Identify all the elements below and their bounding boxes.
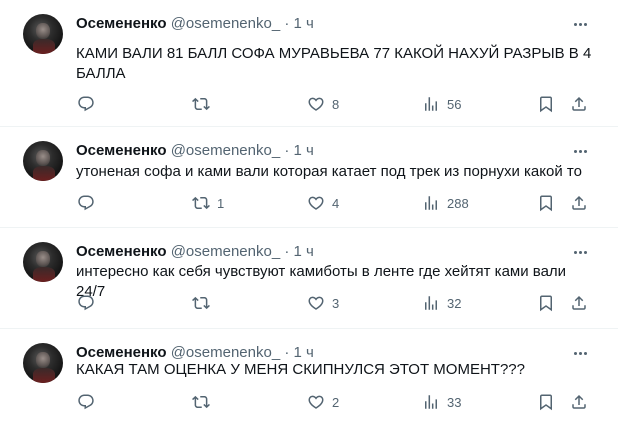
views-icon: [425, 97, 437, 111]
view-count: 33: [447, 394, 462, 410]
action-bar: 2 33: [76, 392, 596, 412]
avatar[interactable]: [23, 343, 63, 383]
author-name[interactable]: Осемененко: [76, 344, 167, 361]
tweet-text: утоненая софа и ками вали которая катает…: [76, 163, 582, 180]
tweet-text: КАКАЯ ТАМ ОЦЕНКА У МЕНЯ СКИПНУЛСЯ ЭТОТ М…: [76, 361, 525, 378]
retweet-button[interactable]: [192, 293, 217, 313]
tweet[interactable]: Осемененко @osemenenko_ · 1 ч интересно …: [0, 228, 618, 329]
timestamp[interactable]: 1 ч: [294, 142, 314, 159]
timestamp[interactable]: 1 ч: [294, 15, 314, 32]
views-icon: [425, 395, 437, 409]
more-icon[interactable]: [570, 141, 590, 161]
bookmark-button[interactable]: [537, 293, 555, 313]
share-icon: [572, 394, 586, 409]
views-button[interactable]: 288: [422, 193, 469, 213]
tweet[interactable]: Осемененко @osemenenko_ · 1 ч утоненая с…: [0, 127, 618, 228]
tweet-text: КАМИ ВАЛИ 81 БАЛЛ СОФА МУРАВЬЕВА 77 КАКО…: [76, 45, 592, 82]
like-count: 3: [332, 295, 340, 311]
like-button[interactable]: 3: [307, 293, 339, 313]
like-button[interactable]: 8: [307, 94, 339, 114]
share-button[interactable]: [570, 94, 588, 114]
like-count: 2: [332, 394, 340, 410]
retweet-icon: [192, 97, 210, 111]
view-count: 56: [447, 96, 462, 112]
heart-icon: [308, 395, 324, 409]
avatar[interactable]: [23, 242, 63, 282]
bookmark-button[interactable]: [537, 193, 555, 213]
share-icon: [572, 295, 586, 310]
reply-button[interactable]: [77, 392, 102, 412]
author-handle[interactable]: @osemenenko_: [171, 142, 280, 159]
reply-icon: [78, 394, 94, 410]
views-button[interactable]: 56: [422, 94, 461, 114]
bookmark-icon: [540, 295, 552, 312]
retweet-icon: [192, 395, 210, 409]
separator-dot: ·: [284, 344, 290, 361]
author-handle[interactable]: @osemenenko_: [171, 344, 280, 361]
views-button[interactable]: 33: [422, 392, 461, 412]
like-count: 4: [332, 195, 340, 211]
more-icon[interactable]: [570, 14, 590, 34]
bookmark-button[interactable]: [537, 392, 555, 412]
bookmark-icon: [540, 96, 552, 113]
reply-button[interactable]: [77, 94, 102, 114]
view-count: 32: [447, 295, 462, 311]
reply-button[interactable]: [77, 193, 102, 213]
heart-icon: [308, 296, 324, 310]
author-handle[interactable]: @osemenenko_: [171, 15, 280, 32]
tweet-header: Осемененко @osemenenko_ · 1 ч: [76, 14, 314, 34]
share-button[interactable]: [570, 293, 588, 313]
separator-dot: ·: [284, 15, 290, 32]
avatar[interactable]: [23, 141, 63, 181]
timestamp[interactable]: 1 ч: [294, 243, 314, 260]
view-count: 288: [447, 195, 469, 211]
retweet-button[interactable]: [192, 94, 217, 114]
action-bar: 1 4 288: [76, 193, 596, 213]
separator-dot: ·: [284, 243, 290, 260]
retweet-icon: [192, 196, 210, 210]
reply-button[interactable]: [77, 293, 102, 313]
share-button[interactable]: [570, 193, 588, 213]
tweet[interactable]: Осемененко @osemenenko_ · 1 ч КАМИ ВАЛИ …: [0, 0, 618, 127]
tweet-header: Осемененко @osemenenko_ · 1 ч: [76, 242, 314, 262]
heart-icon: [308, 196, 324, 210]
reply-icon: [78, 195, 94, 211]
share-icon: [572, 195, 586, 210]
tweet[interactable]: Осемененко @osemenenko_ · 1 ч КАКАЯ ТАМ …: [0, 329, 618, 427]
avatar[interactable]: [23, 14, 63, 54]
like-button[interactable]: 4: [307, 193, 339, 213]
bookmark-button[interactable]: [537, 94, 555, 114]
author-name[interactable]: Осемененко: [76, 142, 167, 159]
share-icon: [572, 96, 586, 111]
views-icon: [425, 296, 437, 310]
action-bar: 3 32: [76, 293, 596, 313]
separator-dot: ·: [284, 142, 290, 159]
author-name[interactable]: Осемененко: [76, 15, 167, 32]
bookmark-icon: [540, 394, 552, 411]
retweet-count: 1: [217, 195, 225, 211]
tweet-header: Осемененко @osemenenko_ · 1 ч: [76, 141, 314, 161]
tweet-feed: Осемененко @osemenenko_ · 1 ч КАМИ ВАЛИ …: [0, 0, 618, 427]
action-bar: 8 56: [76, 94, 596, 114]
reply-icon: [78, 96, 94, 112]
retweet-button[interactable]: 1: [192, 193, 224, 213]
views-button[interactable]: 32: [422, 293, 461, 313]
retweet-icon: [192, 296, 210, 310]
retweet-button[interactable]: [192, 392, 217, 412]
author-handle[interactable]: @osemenenko_: [171, 243, 280, 260]
views-icon: [425, 196, 437, 210]
bookmark-icon: [540, 195, 552, 212]
share-button[interactable]: [570, 392, 588, 412]
heart-icon: [308, 97, 324, 111]
like-count: 8: [332, 96, 340, 112]
more-icon[interactable]: [570, 242, 590, 262]
reply-icon: [78, 295, 94, 311]
author-name[interactable]: Осемененко: [76, 243, 167, 260]
timestamp[interactable]: 1 ч: [294, 344, 314, 361]
like-button[interactable]: 2: [307, 392, 339, 412]
